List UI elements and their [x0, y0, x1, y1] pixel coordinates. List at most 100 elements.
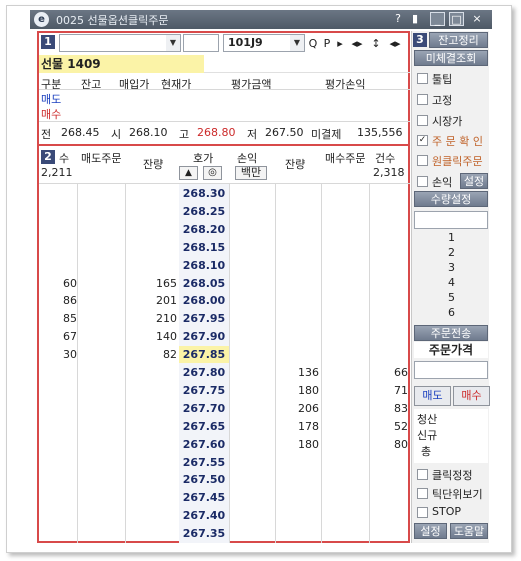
checkmark-icon[interactable]: ✓ [417, 135, 428, 146]
sell-residual-cell[interactable]: 82 [127, 348, 177, 361]
option-checkbox[interactable] [417, 115, 428, 126]
qty-preset-item[interactable]: 3 [448, 261, 455, 274]
sell-total-count: 2,211 [41, 166, 73, 179]
low-label: 저 [247, 128, 258, 141]
buy-residual-cell[interactable]: 178 [277, 420, 319, 433]
price-cell[interactable]: 267.45 [179, 489, 229, 506]
menu-icon[interactable]: ▮ [408, 12, 422, 26]
col-divider [125, 184, 126, 543]
balance-cleanup-button[interactable]: 잔고정리 [429, 32, 488, 48]
help-button[interactable]: 도움말 [450, 523, 488, 539]
unfilled-inquiry-button[interactable]: 미체결조회 [414, 50, 488, 66]
expand-vertical-icon[interactable]: ↕ [371, 35, 381, 52]
price-cell[interactable]: 268.05 [179, 275, 229, 292]
triangle-up-icon[interactable]: ▲ [179, 166, 198, 180]
price-cell[interactable]: 267.60 [179, 436, 229, 453]
panel-2-badge: 2 [41, 150, 55, 164]
price-cell[interactable]: 267.40 [179, 507, 229, 524]
price-cell[interactable]: 267.75 [179, 382, 229, 399]
pnl-unit-button[interactable]: 백만 [235, 166, 267, 180]
ob-hdr-price: 호가 [193, 152, 214, 165]
buy-residual-cell[interactable]: 136 [277, 366, 319, 379]
buy-count-cell[interactable]: 66 [371, 366, 408, 379]
qty-preset-item[interactable]: 6 [448, 306, 455, 319]
buy-residual-cell[interactable]: 180 [277, 438, 319, 451]
sell-count-cell[interactable]: 67 [41, 330, 77, 343]
option-checkbox[interactable] [417, 155, 428, 166]
sell-count-cell[interactable]: 60 [41, 277, 77, 290]
price-cell[interactable]: 267.90 [179, 328, 229, 345]
sell-residual-cell[interactable]: 210 [127, 312, 177, 325]
unsettled-label: 미결제 [311, 128, 342, 141]
play-icon[interactable]: ▸ [335, 35, 345, 52]
row-sell-label: 매도 [41, 93, 62, 106]
price-cell[interactable]: 267.80 [179, 364, 229, 381]
sell-residual-cell[interactable]: 140 [127, 330, 177, 343]
price-cell[interactable]: 267.65 [179, 418, 229, 435]
price-cell[interactable]: 267.85 [179, 346, 229, 363]
help-icon[interactable]: ? [392, 12, 404, 26]
prev-next-icon[interactable]: ◂▸ [349, 35, 365, 52]
price-cell[interactable]: 268.00 [179, 292, 229, 309]
instrument-label: 선물 1409 [39, 55, 204, 73]
buy-residual-cell[interactable]: 180 [277, 384, 319, 397]
settings-button[interactable]: 설정 [414, 523, 447, 539]
option-checkbox[interactable] [417, 94, 428, 105]
close-button[interactable]: × [470, 12, 484, 26]
buy-count-cell[interactable]: 71 [371, 384, 408, 397]
prev-label: 전 [41, 128, 52, 141]
window-title: 0025 선물옵션클릭주문 [56, 14, 169, 27]
main-panel: 1 ▼ 101J9 ▼ Q P ▸ ◂▸ ↕ ◂▸ 선물 1409 구분 잔고 … [37, 31, 410, 543]
qty-preset-item[interactable]: 4 [448, 276, 455, 289]
sell-count-cell[interactable]: 30 [41, 348, 77, 361]
divider [39, 89, 410, 90]
buy-count-cell[interactable]: 52 [371, 420, 408, 433]
search-icon[interactable]: Q [307, 35, 319, 52]
password-input[interactable] [183, 34, 219, 52]
price-cell[interactable]: 267.50 [179, 471, 229, 488]
option-checkbox[interactable] [417, 507, 428, 518]
buy-count-cell[interactable]: 80 [371, 438, 408, 451]
sell-button[interactable]: 매도 [414, 386, 451, 406]
qty-preset-item[interactable]: 5 [448, 291, 455, 304]
option-checkbox[interactable] [417, 488, 428, 499]
price-cell[interactable]: 267.70 [179, 400, 229, 417]
qty-preset-item[interactable]: 2 [448, 246, 455, 259]
price-cell[interactable]: 268.30 [179, 185, 229, 202]
maximize-button[interactable]: □ [449, 12, 464, 26]
buy-button[interactable]: 매수 [453, 386, 490, 406]
qty-setting-button[interactable]: 수량설정 [414, 191, 488, 207]
price-cell[interactable]: 267.95 [179, 310, 229, 327]
option-checkbox[interactable] [417, 73, 428, 84]
option-label: 시장가 [432, 115, 463, 128]
option-checkbox[interactable] [417, 176, 428, 187]
price-cell[interactable]: 267.35 [179, 525, 229, 542]
option-checkbox[interactable] [417, 469, 428, 480]
buy-residual-cell[interactable]: 206 [277, 402, 319, 415]
minimize-button[interactable]: _ [430, 12, 445, 26]
price-cell[interactable]: 268.10 [179, 257, 229, 274]
sell-residual-cell[interactable]: 201 [127, 294, 177, 307]
qty-input[interactable] [414, 211, 488, 229]
price-cell[interactable]: 268.15 [179, 239, 229, 256]
sell-count-cell[interactable]: 86 [41, 294, 77, 307]
option-label: 클릭정정 [432, 469, 473, 482]
sell-residual-cell[interactable]: 165 [127, 277, 177, 290]
pnl-setting-button[interactable]: 설정 [460, 173, 488, 189]
qty-preset-item[interactable]: 1 [448, 231, 455, 244]
price-cell[interactable]: 268.25 [179, 203, 229, 220]
chevron-down-icon: ▼ [290, 35, 304, 51]
sell-count-cell[interactable]: 85 [41, 312, 77, 325]
price-cell[interactable]: 267.55 [179, 454, 229, 471]
order-price-input[interactable] [414, 361, 488, 379]
p-icon[interactable]: P [321, 35, 333, 52]
prev-value: 268.45 [61, 126, 100, 139]
col-divider [77, 184, 78, 543]
price-cell[interactable]: 268.20 [179, 221, 229, 238]
account-dropdown[interactable]: ▼ [163, 34, 181, 52]
prev-next-icon-2[interactable]: ◂▸ [387, 35, 403, 52]
target-icon[interactable]: ◎ [203, 166, 222, 180]
code-dropdown[interactable]: ▼ [287, 34, 305, 52]
order-send-button[interactable]: 주문전송 [414, 325, 488, 341]
buy-count-cell[interactable]: 83 [371, 402, 408, 415]
